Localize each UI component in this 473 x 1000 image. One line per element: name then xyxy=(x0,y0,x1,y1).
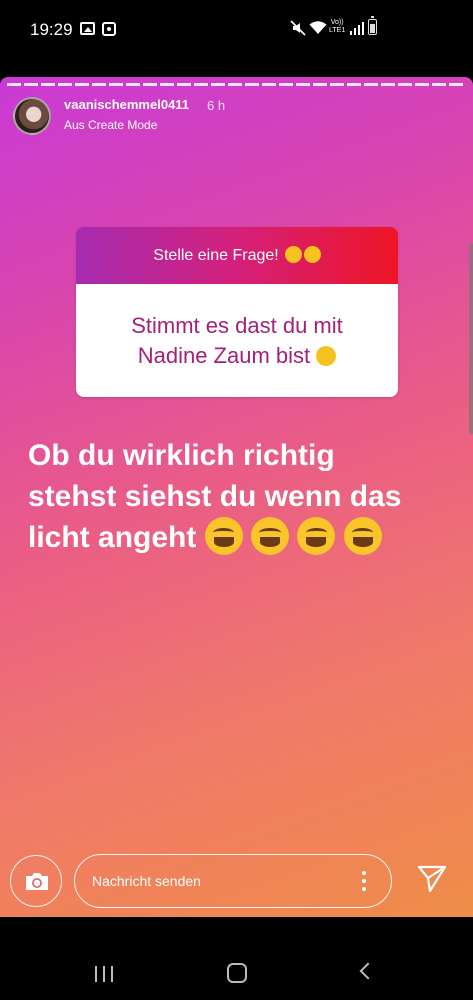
question-prompt: Stelle eine Frage! xyxy=(153,246,279,264)
question-sticker-header: Stelle eine Frage! xyxy=(76,227,398,284)
caption-line3: licht angeht xyxy=(28,521,197,554)
recents-button[interactable] xyxy=(95,966,113,982)
laughing-emoji-icon xyxy=(251,517,290,555)
battery-icon xyxy=(368,16,377,35)
volte-line2: LTE1 xyxy=(329,27,346,34)
home-button[interactable] xyxy=(227,963,247,983)
story-view[interactable]: vaanischemmel0411 6 h Aus Create Mode St… xyxy=(0,77,473,917)
caption-line1: Ob du wirklich richtig xyxy=(28,439,335,472)
back-button[interactable] xyxy=(359,962,377,980)
gallery-icon xyxy=(80,22,95,35)
question-sticker: Stelle eine Frage! Stimmt es dast du mit… xyxy=(76,227,398,397)
story-username[interactable]: vaanischemmel0411 xyxy=(64,97,189,112)
mute-icon xyxy=(290,20,306,41)
send-icon xyxy=(417,865,447,897)
send-button[interactable] xyxy=(417,865,447,898)
story-timestamp: 6 h xyxy=(207,98,226,113)
create-mode-label[interactable]: Aus Create Mode xyxy=(64,118,157,132)
navigation-bar xyxy=(0,917,473,1000)
smiling-emoji-icon xyxy=(284,246,302,265)
wifi-icon xyxy=(309,20,327,40)
story-caption: Ob du wirklich richtig stehst siehst du … xyxy=(28,435,448,558)
status-time: 19:29 xyxy=(30,20,73,39)
camera-button[interactable] xyxy=(10,855,62,907)
screen-record-icon xyxy=(102,22,116,36)
caption-line2: stehst siehst du wenn das xyxy=(28,480,402,513)
question-sticker-body: Stimmt es dast du mit Nadine Zaum bist xyxy=(76,284,398,397)
signal-icon xyxy=(350,22,364,40)
question-text-line2: Nadine Zaum bist xyxy=(137,342,311,368)
question-text-line1: Stimmt es dast du mit xyxy=(131,312,343,338)
status-bar: 19:29 Vo)) LTE1 xyxy=(0,0,473,62)
laughing-emoji-icon xyxy=(297,517,336,555)
story-progress-bar xyxy=(7,83,466,86)
smiling-emoji-icon xyxy=(303,246,321,265)
volte-indicator: Vo)) LTE1 xyxy=(329,19,345,35)
volte-line1: Vo)) xyxy=(330,19,344,26)
more-vertical-icon[interactable] xyxy=(362,871,366,891)
laughing-emoji-icon xyxy=(204,517,243,555)
message-input[interactable]: Nachricht senden xyxy=(74,854,392,908)
avatar[interactable] xyxy=(13,97,51,135)
laughing-emoji-icon xyxy=(343,517,382,555)
message-placeholder: Nachricht senden xyxy=(92,873,201,889)
grinning-emoji-icon xyxy=(316,343,337,368)
edge-panel-handle[interactable] xyxy=(469,244,473,434)
